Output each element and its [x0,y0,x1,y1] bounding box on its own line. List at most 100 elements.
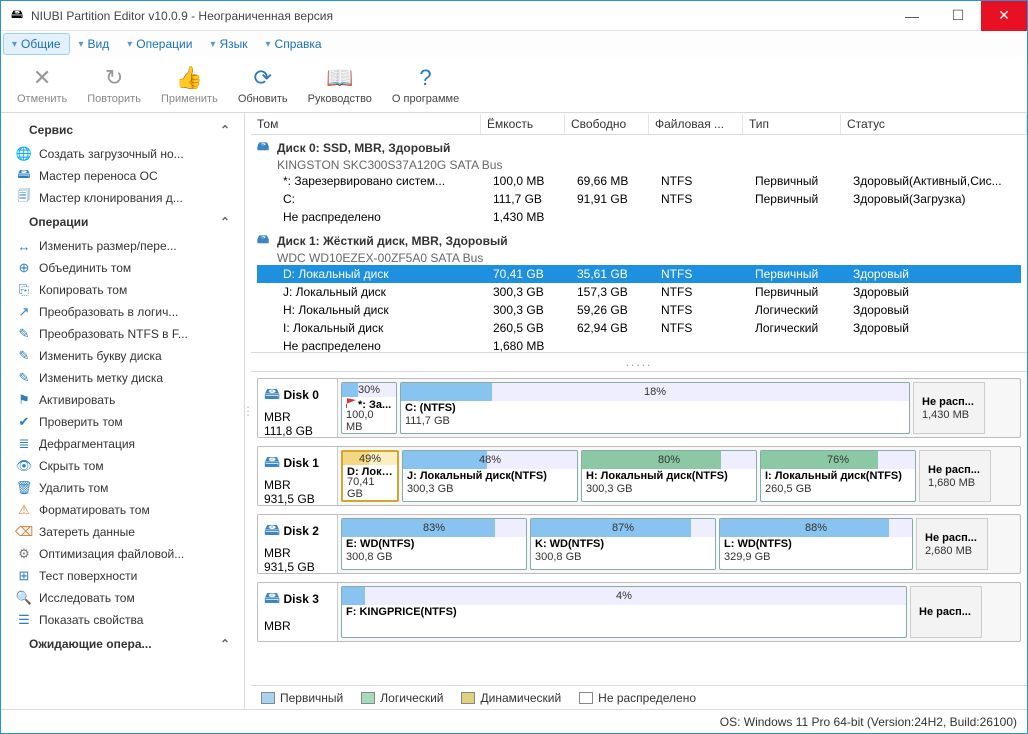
partition-block[interactable]: 88%L: WD(NTFS)329,9 GB [719,518,913,570]
disk-info[interactable]: 🖴 Disk 1MBR931,5 GB [258,447,338,505]
toolbar: ✕Отменить↻Повторить👍Применить⟳Обновить📖Р… [1,57,1027,113]
sidebar-item[interactable]: ⚙Оптимизация файловой... [1,543,244,565]
partition-block[interactable]: 30%*: За...100,0 MB [341,382,397,434]
sidebar-item[interactable]: ⊕Объединить том [1,257,244,279]
sidebar-item[interactable]: ✎Изменить букву диска [1,345,244,367]
unallocated-block[interactable]: Не расп...1,430 MB [913,382,985,434]
sidebar-item[interactable]: ✔ Проверить том [1,411,244,433]
partition-block[interactable]: 4%F: KINGPRICE(NTFS) [341,586,907,638]
partition-block[interactable]: 80%H: Локальный диск(NTFS)300,3 GB [581,450,757,502]
sidebar-item-label: Проверить том [39,415,123,429]
caret-up-icon: ⌃ [220,123,230,137]
partition-block[interactable]: 83%E: WD(NTFS)300,8 GB [341,518,527,570]
sidebar-item-icon: ⎘ [15,282,33,298]
app-icon: 🖴 [9,8,25,24]
menu-общие[interactable]: ▾Общие [3,33,70,55]
sidebar-item[interactable]: 🗑Удалить том [1,477,244,499]
sidebar-item-label: Копировать том [39,283,127,297]
sidebar-item-icon: ☰ [15,612,33,628]
column-header[interactable]: Файловая ... [649,114,743,134]
partition-row[interactable]: J: Локальный диск300,3 GB157,3 GBNTFSПер… [257,283,1021,301]
sidebar-item-icon: ✎ [15,370,33,386]
sidebar-item-label: Дефрагментация [39,437,135,451]
sidebar-item-icon: 🗑 [15,480,33,496]
sidebar-item[interactable]: 🗐Мастер клонирования д... [1,187,244,209]
minimize-button[interactable]: — [889,1,935,31]
menu-справка[interactable]: ▾Справка [257,33,331,55]
column-header[interactable]: Ёмкость [481,114,565,134]
partition-block[interactable]: 18%C: (NTFS)111,7 GB [400,382,910,434]
sidebar-item-label: Скрыть том [39,459,104,473]
sidebar-item-icon: 👁 [15,458,33,474]
column-header[interactable]: Свободно [565,114,649,134]
sidebar-item[interactable]: ⎘ Копировать том [1,279,244,301]
toolbar-отменить: ✕Отменить [7,63,77,107]
unallocated-block[interactable]: Не расп...1,680 MB [919,450,991,502]
unallocated-block[interactable]: Не расп... [910,586,982,638]
partition-block[interactable]: 87%K: WD(NTFS)300,8 GB [530,518,716,570]
sidebar-item[interactable]: ≣Дефрагментация [1,433,244,455]
disk-model: KINGSTON SKC300S37A120G SATA Bus [257,158,1021,172]
sidebar-item-label: Создать загрузочный но... [39,147,184,161]
sidebar-item-label: Изменить размер/пере... [39,239,177,253]
toolbar-руководство[interactable]: 📖Руководство [298,63,382,107]
legend-unalloc-swatch [579,692,593,704]
sidebar-item[interactable]: ⌫ Затереть данные [1,521,244,543]
sidebar-item[interactable]: ⚠Форматировать том [1,499,244,521]
sidebar-item[interactable]: 🔍Исследовать том [1,587,244,609]
disk-group-header[interactable]: 🖴Диск 0: SSD, MBR, Здоровый [257,137,1021,158]
chevron-down-icon: ▾ [210,39,215,50]
sidebar-item[interactable]: ✎Изменить метку диска [1,367,244,389]
sidebar-item[interactable]: ↔ Изменить размер/пере... [1,235,244,257]
partition-row[interactable]: *: Зарезервировано систем...100,0 MB69,6… [257,172,1021,190]
maximize-button[interactable]: ☐ [935,1,981,31]
partition-block[interactable]: 49%D: Лока...70,41 GB [341,450,399,502]
sidebar-item[interactable]: ☰ Показать свойства [1,609,244,631]
partition-row[interactable]: Не распределено1,680 MB [257,337,1021,353]
sidebar-item-icon: ✔ [15,414,33,430]
sidebar-item[interactable]: ⚑Активировать [1,389,244,411]
partition-row[interactable]: H: Локальный диск300,3 GB59,26 GBNTFSЛог… [257,301,1021,319]
unallocated-block[interactable]: Не расп...2,680 MB [916,518,988,570]
menu-вид[interactable]: ▾Вид [70,33,119,55]
sidebar-item[interactable]: ✎Преобразовать NTFS в F... [1,323,244,345]
chevron-down-icon: ▾ [266,39,271,50]
sidebar-item-label: Затереть данные [39,525,135,539]
partition-row[interactable]: I: Локальный диск260,5 GB62,94 GBNTFSЛог… [257,319,1021,337]
disk-group-header[interactable]: 🖴Диск 1: Жёсткий диск, MBR, Здоровый [257,230,1021,251]
sidebar-item-icon: ⌫ [15,524,33,540]
grid-separator[interactable]: ..... [251,353,1027,372]
partition-block[interactable]: 76%I: Локальный диск(NTFS)260,5 GB [760,450,916,502]
disk-info[interactable]: 🖴 Disk 0MBR111,8 GB [258,379,338,437]
sidebar-item-icon: ⚠ [15,502,33,518]
sidebar-item-icon: ✎ [15,326,33,342]
close-button[interactable]: ✕ [981,1,1027,31]
sidebar-group-Операции[interactable]: Операции⌃ [1,209,244,235]
menu-операции[interactable]: ▾Операции [118,33,201,55]
disk-info[interactable]: 🖴 Disk 2MBR931,5 GB [258,515,338,573]
partition-grid: ТомЁмкостьСвободноФайловая ...ТипСтатус … [251,113,1027,353]
toolbar-обновить[interactable]: ⟳Обновить [228,63,298,107]
partition-row[interactable]: Не распределено1,430 MB [257,208,1021,226]
column-header[interactable]: Тип [743,114,841,134]
partition-block[interactable]: 48%J: Локальный диск(NTFS)300,3 GB [402,450,578,502]
sidebar-item[interactable]: 🖴Мастер переноса ОС [1,165,244,187]
column-header[interactable]: Статус [841,114,1027,134]
partition-row[interactable]: D: Локальный диск70,41 GB35,61 GBNTFSПер… [257,265,1021,283]
menu-язык[interactable]: ▾Язык [201,33,256,55]
toolbar-о программе[interactable]: ?О программе [382,63,469,107]
sidebar-group-Ожидающие опера...[interactable]: Ожидающие опера...⌃ [1,631,244,657]
sidebar-item-label: Показать свойства [39,613,143,627]
partition-row[interactable]: C:111,7 GB91,91 GBNTFSПервичныйЗдоровый(… [257,190,1021,208]
sidebar-group-Сервис[interactable]: Сервис⌃ [1,117,244,143]
disk-info[interactable]: 🖴 Disk 3MBR [258,583,338,641]
обновить-icon: ⟳ [254,65,272,91]
sidebar-item[interactable]: 🌐Создать загрузочный но... [1,143,244,165]
sidebar-item-icon: ✎ [15,348,33,364]
sidebar-item[interactable]: 👁 Скрыть том [1,455,244,477]
sidebar-item[interactable]: ⊞Тест поверхности [1,565,244,587]
sidebar-item-icon: 🔍 [15,590,33,606]
column-header[interactable]: Том [251,114,481,134]
sidebar-item-icon: ↔ [15,238,33,254]
sidebar-item[interactable]: ↗Преобразовать в логич... [1,301,244,323]
